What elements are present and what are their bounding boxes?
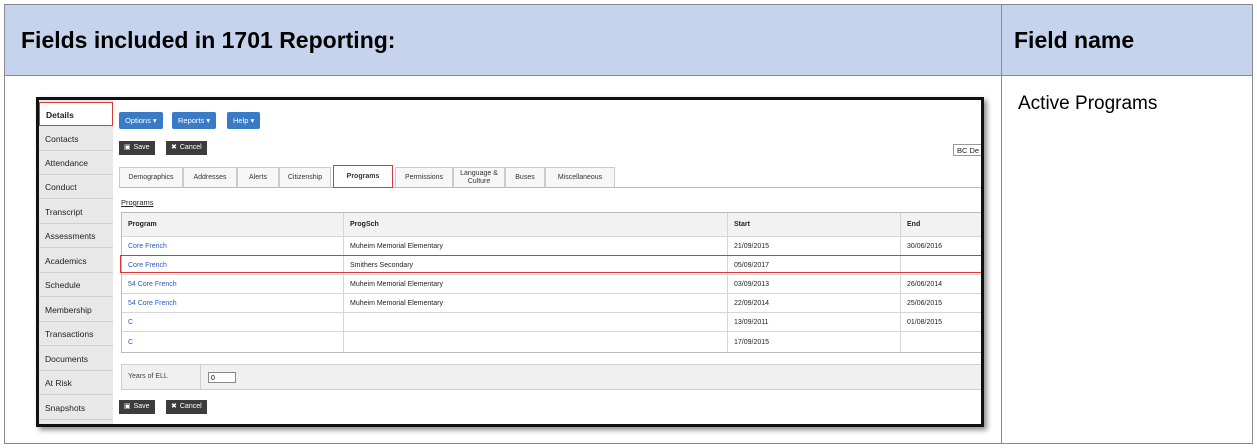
programs-link[interactable]: Programs: [121, 198, 154, 207]
progsch-cell: Muheim Memorial Elementary: [344, 275, 728, 293]
start-cell: 21/09/2015: [728, 237, 901, 255]
progsch-cell: Smithers Secondary: [344, 256, 728, 274]
save-label: Save: [133, 144, 150, 151]
bc-dropdown[interactable]: BC De: [953, 144, 981, 156]
end-cell: 01/08/2015: [907, 318, 943, 326]
sidebar-item-assessments[interactable]: Assessments: [39, 224, 113, 248]
end-cell: 25/06/2015: [907, 299, 943, 307]
tab-bar: Demographics Addresses Alerts Citizenshi…: [119, 165, 981, 188]
progsch-cell: Muheim Memorial Elementary: [344, 237, 728, 255]
ell-section: Years of ELL 0: [121, 364, 981, 390]
embedded-screenshot: Details Contacts Attendance Conduct Tran…: [36, 97, 984, 427]
program-cell[interactable]: Core French: [122, 237, 344, 255]
col-progsch-header[interactable]: ProgSch: [344, 213, 728, 236]
field-name-value: Active Programs: [1018, 93, 1158, 114]
tab-alerts[interactable]: Alerts: [237, 167, 279, 187]
ell-separator: [200, 365, 201, 389]
start-cell: 17/09/2015: [728, 332, 901, 352]
end-cell: 26/06/2014: [907, 280, 943, 288]
program-cell[interactable]: C: [122, 332, 344, 352]
ell-label: Years of ELL: [128, 373, 168, 380]
tab-miscellaneous[interactable]: Miscellaneous: [545, 167, 615, 187]
progsch-cell: [344, 313, 728, 331]
sidebar-item-academics[interactable]: Academics: [39, 249, 113, 273]
sidebar: Details Contacts Attendance Conduct Tran…: [39, 100, 113, 424]
save-icon: ▣: [124, 403, 131, 410]
close-icon: ✖: [171, 144, 177, 151]
help-menu-button[interactable]: Help ▾: [227, 112, 261, 129]
sidebar-item-transactions[interactable]: Transactions: [39, 322, 113, 346]
col-end-header[interactable]: End: [901, 213, 981, 236]
cancel-label: Cancel: [179, 403, 202, 410]
program-cell[interactable]: 54 Core French: [122, 294, 344, 312]
options-menu-button[interactable]: Options ▾: [119, 112, 163, 129]
cancel-button-top[interactable]: ✖ Cancel: [166, 141, 207, 155]
save-label: Save: [133, 403, 150, 410]
close-icon: ✖: [171, 403, 177, 410]
start-cell: 03/09/2013: [728, 275, 901, 293]
sidebar-item-schedule[interactable]: Schedule: [39, 273, 113, 297]
table-row[interactable]: Core French Smithers Secondary 05/09/201…: [122, 256, 981, 275]
tab-programs[interactable]: Programs: [333, 165, 393, 188]
sidebar-item-snapshots[interactable]: Snapshots: [39, 396, 113, 420]
save-button-top[interactable]: ▣ Save: [119, 141, 155, 155]
sidebar-item-membership[interactable]: Membership: [39, 298, 113, 322]
program-cell[interactable]: C: [122, 313, 344, 331]
save-button-bottom[interactable]: ▣ Save: [119, 400, 155, 414]
reports-menu-button[interactable]: Reports ▾: [172, 112, 217, 129]
program-cell[interactable]: Core French: [122, 256, 344, 274]
end-cell: [901, 256, 981, 274]
tab-language-culture[interactable]: Language & Culture: [453, 167, 505, 187]
end-cell: [901, 332, 981, 352]
col-program-header[interactable]: Program: [122, 213, 344, 236]
sidebar-item-attendance[interactable]: Attendance: [39, 151, 113, 175]
tab-permissions[interactable]: Permissions: [395, 167, 453, 187]
program-cell[interactable]: 54 Core French: [122, 275, 344, 293]
save-icon: ▣: [124, 144, 131, 151]
header-field-name: Field name: [1014, 27, 1135, 53]
start-cell: 05/09/2017: [728, 256, 901, 274]
column-divider: [1001, 5, 1002, 443]
sidebar-item-details[interactable]: Details: [39, 102, 113, 126]
ell-input[interactable]: 0: [208, 372, 236, 383]
sidebar-item-contacts[interactable]: Contacts: [39, 127, 113, 151]
tab-buses[interactable]: Buses: [505, 167, 545, 187]
table-row[interactable]: C 13/09/2011 01/08/2015: [122, 313, 981, 332]
sidebar-item-transcript[interactable]: Transcript: [39, 200, 113, 224]
sidebar-item-documents[interactable]: Documents: [39, 347, 113, 371]
tab-citizenship[interactable]: Citizenship: [279, 167, 331, 187]
table-row[interactable]: 54 Core French Muheim Memorial Elementar…: [122, 294, 981, 313]
header-fields-included: Fields included in 1701 Reporting:: [21, 27, 396, 53]
progsch-cell: Muheim Memorial Elementary: [344, 294, 728, 312]
cancel-button-bottom[interactable]: ✖ Cancel: [166, 400, 207, 414]
programs-table: Program ProgSch Start End Core French Mu…: [121, 212, 981, 353]
table-header: Program ProgSch Start End: [122, 213, 981, 237]
sidebar-item-at-risk[interactable]: At Risk: [39, 371, 113, 395]
sidebar-item-conduct[interactable]: Conduct: [39, 175, 113, 199]
col-start-header[interactable]: Start: [728, 213, 901, 236]
tab-demographics[interactable]: Demographics: [119, 167, 183, 187]
cancel-label: Cancel: [179, 144, 202, 151]
table-row[interactable]: Core French Muheim Memorial Elementary 2…: [122, 237, 981, 256]
document-table: Fields included in 1701 Reporting: Field…: [4, 4, 1253, 444]
start-cell: 13/09/2011: [728, 313, 901, 331]
tab-addresses[interactable]: Addresses: [183, 167, 237, 187]
end-cell: 30/06/2016: [907, 242, 943, 250]
start-cell: 22/09/2014: [728, 294, 901, 312]
table-row[interactable]: 54 Core French Muheim Memorial Elementar…: [122, 275, 981, 294]
progsch-cell: [344, 332, 728, 352]
table-row[interactable]: C 17/09/2015: [122, 332, 981, 352]
table-header-row: Fields included in 1701 Reporting: Field…: [5, 5, 1252, 76]
